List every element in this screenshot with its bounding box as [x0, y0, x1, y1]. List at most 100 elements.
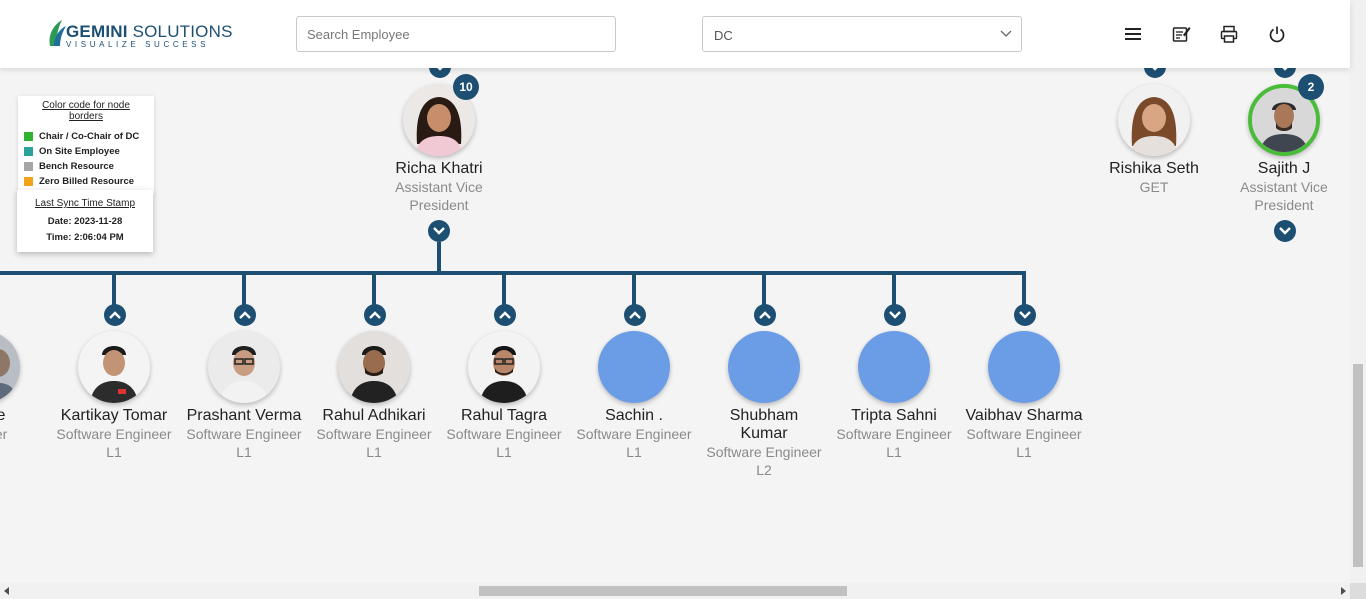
scroll-left-arrow-icon[interactable] — [4, 587, 9, 595]
employee-role: L1 — [496, 444, 512, 460]
person-photo-icon — [468, 331, 540, 403]
horizontal-scrollbar[interactable] — [0, 583, 1350, 599]
employee-role: ngineer — [0, 426, 8, 442]
employee-node-shubham-kumar[interactable]: Shubham Kumar Software Engineer L2 — [699, 407, 829, 479]
employee-role: Assistant Vice — [1240, 179, 1328, 195]
legend-label: Bench Resource — [39, 161, 114, 172]
sync-date: Date: 2023-11-28 — [47, 216, 123, 227]
employee-role: Software Engineer — [966, 426, 1082, 442]
employee-role: L1 — [1016, 444, 1032, 460]
collapse-to-parent-toggle[interactable] — [234, 304, 256, 326]
legend-label: Chair / Co-Chair of DC — [39, 131, 140, 142]
employee-role: Software Engineer — [446, 426, 562, 442]
avatar-placeholder[interactable] — [858, 331, 930, 403]
menu-icon[interactable] — [1123, 24, 1143, 44]
employee-role: Software Engineer — [316, 426, 432, 442]
vertical-scrollbar[interactable] — [1350, 0, 1366, 583]
employee-node-sachin[interactable]: Sachin . Software Engineer L1 — [569, 407, 699, 461]
employee-name: Kartikay Tomar — [60, 407, 168, 424]
last-sync-card: Last Sync Time Stamp Date: 2023-11-28 Ti… — [17, 190, 153, 252]
logo-leaf-icon — [49, 20, 66, 46]
direct-reports-badge: 10 — [453, 74, 479, 100]
legend-item: Chair / Co-Chair of DC — [24, 129, 148, 144]
employee-node-tripta-sahni[interactable]: Tripta Sahni Software Engineer L1 — [829, 407, 959, 461]
scrollbar-corner — [1350, 583, 1366, 599]
employee-node-rahul-adhikari[interactable]: Rahul Adhikari Software Engineer L1 — [309, 407, 439, 461]
employee-node-prashant-verma[interactable]: Prashant Verma Software Engineer L1 — [179, 407, 309, 461]
horizontal-scrollbar-thumb[interactable] — [479, 586, 847, 596]
employee-role: L1 — [886, 444, 902, 460]
chevron-up-icon — [239, 311, 251, 319]
expand-children-toggle[interactable] — [428, 220, 450, 242]
employee-node-khare[interactable]: Khare ngineer — [0, 407, 49, 443]
employee-name: Rahul Adhikari — [322, 407, 426, 424]
legend-swatch — [24, 177, 33, 186]
search-employee-input[interactable] — [296, 16, 616, 52]
expand-children-toggle[interactable] — [1274, 220, 1296, 242]
legend-label: Zero Billed Resource — [39, 176, 135, 187]
legend-title: Color code for node borders — [42, 100, 130, 122]
chevron-up-icon — [759, 311, 771, 319]
employee-name: Khare — [0, 407, 6, 424]
power-icon[interactable] — [1267, 24, 1287, 44]
employee-role: Assistant Vice — [395, 179, 483, 195]
expand-children-toggle[interactable] — [884, 304, 906, 326]
employee-role: GET — [1139, 179, 1169, 195]
notes-icon[interactable] — [1171, 24, 1191, 44]
chevron-down-icon — [1019, 311, 1031, 319]
employee-node-rishika-seth[interactable]: Rishika Seth GET — [1089, 160, 1219, 196]
employee-name: Tripta Sahni — [851, 407, 937, 424]
avatar-placeholder[interactable] — [728, 331, 800, 403]
employee-role: Software Engineer — [836, 426, 952, 442]
employee-role: President — [409, 197, 469, 213]
print-icon[interactable] — [1219, 24, 1239, 44]
avatar[interactable] — [78, 331, 150, 403]
sync-title: Last Sync Time Stamp — [34, 198, 136, 209]
employee-role: Software Engineer — [706, 444, 822, 460]
employee-node-sajith-j[interactable]: Sajith J Assistant Vice President — [1219, 160, 1349, 214]
employee-node-richa-khatri[interactable]: Richa Khatri Assistant Vice President — [374, 160, 504, 214]
chevron-down-icon — [433, 227, 445, 235]
collapse-to-parent-toggle[interactable] — [754, 304, 776, 326]
chevron-down-icon — [1279, 227, 1291, 235]
node-border-legend: Color code for node borders Chair / Co-C… — [18, 96, 154, 195]
legend-item: Zero Billed Resource — [24, 174, 148, 189]
chevron-up-icon — [629, 311, 641, 319]
collapse-to-parent-toggle[interactable] — [104, 304, 126, 326]
avatar[interactable] — [468, 331, 540, 403]
collapse-to-parent-toggle[interactable] — [494, 304, 516, 326]
legend-swatch — [24, 147, 33, 156]
employee-name: Sajith J — [1257, 160, 1311, 177]
avatar-placeholder[interactable] — [988, 331, 1060, 403]
chevron-down-icon — [1000, 30, 1012, 37]
employee-name: Prashant Verma — [186, 407, 302, 424]
employee-role: President — [1254, 197, 1314, 213]
chevron-up-icon — [369, 311, 381, 319]
person-photo-icon — [78, 331, 150, 403]
avatar[interactable] — [338, 331, 410, 403]
department-select[interactable]: DC — [702, 16, 1022, 52]
logo-name: GEMINI SOLUTIONS — [66, 22, 233, 41]
chevron-up-icon — [109, 311, 121, 319]
avatar[interactable] — [208, 331, 280, 403]
employee-role: L1 — [106, 444, 122, 460]
legend-item: On Site Employee — [24, 144, 148, 159]
collapse-to-parent-toggle[interactable] — [364, 304, 386, 326]
employee-role: L1 — [366, 444, 382, 460]
employee-role: L2 — [756, 462, 772, 478]
employee-node-kartikay-tomar[interactable]: Kartikay Tomar Software Engineer L1 — [49, 407, 179, 461]
expand-children-toggle[interactable] — [1014, 304, 1036, 326]
avatar-placeholder[interactable] — [598, 331, 670, 403]
employee-node-rahul-tagra[interactable]: Rahul Tagra Software Engineer L1 — [439, 407, 569, 461]
vertical-scrollbar-thumb[interactable] — [1353, 364, 1363, 567]
employee-name-line2: Kumar — [740, 425, 788, 442]
scroll-right-arrow-icon[interactable] — [1341, 587, 1346, 595]
person-photo-icon — [338, 331, 410, 403]
employee-role: Software Engineer — [56, 426, 172, 442]
collapse-to-parent-toggle[interactable] — [624, 304, 646, 326]
person-photo-icon — [208, 331, 280, 403]
avatar[interactable] — [1118, 84, 1190, 156]
legend-label: On Site Employee — [39, 146, 120, 157]
employee-node-vaibhav-sharma[interactable]: Vaibhav Sharma Software Engineer L1 — [959, 407, 1089, 461]
employee-name: Rahul Tagra — [461, 407, 547, 424]
